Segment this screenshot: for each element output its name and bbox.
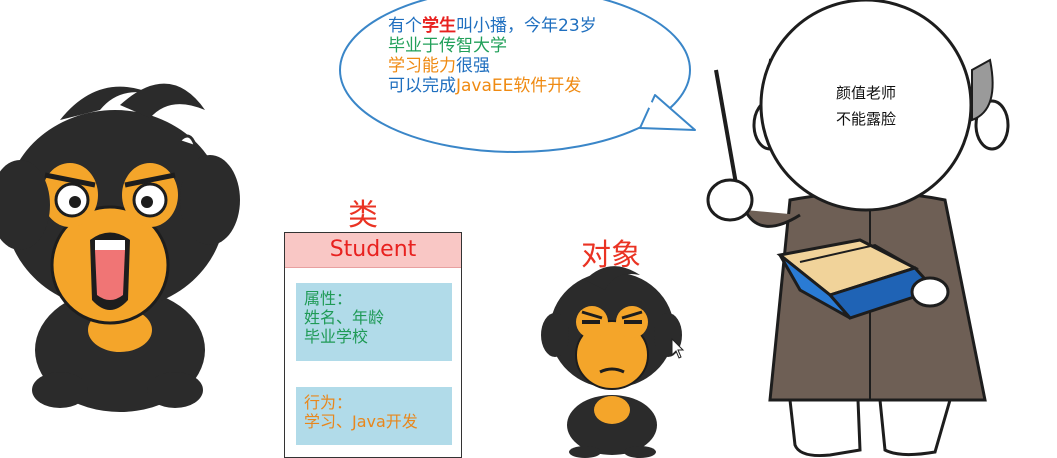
bubble-line-1-highlight: 学生 — [422, 16, 456, 36]
teacher-character — [706, 0, 1010, 457]
class-card: Student 属性： 姓名、年龄 毕业学校 行为： 学习、Java开发 — [284, 232, 462, 458]
bubble-line-3: 学习能力很强 — [388, 56, 597, 76]
bubble-line-4-pre: 可以完成 — [388, 76, 456, 96]
class-card-attributes: 属性： 姓名、年龄 毕业学校 — [296, 283, 452, 361]
behavior-line: 行为： — [304, 393, 353, 412]
teacher-face-line: 不能露脸 — [835, 110, 896, 128]
shocked-monkey-character — [0, 83, 240, 412]
small-monkey-character — [541, 266, 682, 458]
attribute-line: 属性： — [304, 289, 353, 308]
bubble-line-1-post: 叫小播，今年23岁 — [456, 16, 597, 36]
mouse-cursor-icon — [671, 338, 685, 359]
behavior-line: 学习、Java开发 — [304, 412, 418, 431]
attribute-line: 姓名、年龄 — [304, 308, 385, 327]
bubble-line-2: 毕业于传智大学 — [388, 36, 507, 56]
bubble-line-3-orange: 学习能力 — [388, 56, 456, 76]
bubble-line-1: 有个学生叫小播，今年23岁 — [388, 16, 597, 36]
attribute-line: 毕业学校 — [304, 327, 369, 346]
class-label: 类 — [348, 198, 378, 233]
class-card-behaviors: 行为： 学习、Java开发 — [296, 387, 452, 445]
bubble-line-4-orange: JavaEE软件开发 — [456, 76, 582, 96]
teacher-face-line: 颜值老师 — [835, 84, 896, 102]
bubble-line-4: 可以完成JavaEE软件开发 — [388, 76, 597, 96]
object-label: 对象 — [581, 238, 641, 273]
teacher-face-caption: 颜值老师 不能露脸 — [818, 80, 914, 132]
bubble-line-3-blue: 很强 — [456, 56, 490, 76]
class-card-title: Student — [285, 233, 461, 268]
speech-bubble-text: 有个学生叫小播，今年23岁 毕业于传智大学 学习能力很强 可以完成JavaEE软… — [388, 16, 597, 96]
bubble-line-1-pre: 有个 — [388, 16, 422, 36]
